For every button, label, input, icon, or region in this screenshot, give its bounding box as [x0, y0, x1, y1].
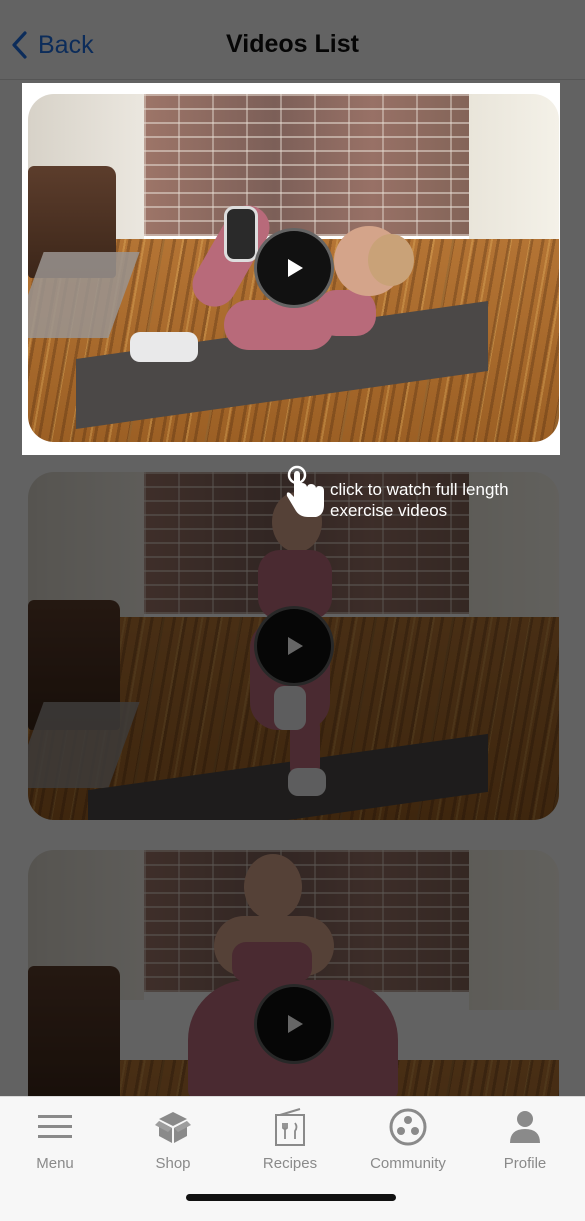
play-button[interactable] — [253, 606, 334, 686]
play-icon — [287, 259, 303, 277]
watch-hint: click to watch full length exercise vide… — [284, 465, 550, 521]
video-card-3[interactable] — [28, 850, 559, 1096]
home-indicator[interactable] — [186, 1194, 396, 1201]
video-card-2[interactable] — [28, 472, 559, 820]
nav-header: Back Videos List — [0, 0, 585, 80]
tab-menu[interactable]: Menu — [5, 1107, 105, 1173]
play-button[interactable] — [253, 984, 334, 1064]
tap-hand-icon — [286, 465, 324, 517]
tab-community[interactable]: Community — [358, 1107, 458, 1173]
video-card-1[interactable] — [28, 94, 559, 442]
person-icon — [510, 1111, 540, 1143]
tab-profile[interactable]: Profile — [475, 1107, 575, 1173]
hint-text: click to watch full length exercise vide… — [330, 480, 509, 520]
play-icon — [287, 637, 303, 655]
tab-label: Community — [370, 1155, 446, 1172]
community-circle-icon — [389, 1108, 427, 1146]
play-icon — [287, 1015, 303, 1033]
tab-shop[interactable]: Shop — [123, 1107, 223, 1173]
tab-label: Recipes — [262, 1155, 318, 1172]
page-title: Videos List — [226, 30, 359, 58]
tab-bar: Menu Shop Recipes Community Profile — [0, 1096, 585, 1221]
tab-label: Profile — [503, 1155, 547, 1172]
tab-recipes[interactable]: Recipes — [240, 1107, 340, 1173]
recipe-card-icon — [275, 1108, 305, 1146]
tab-label: Menu — [36, 1155, 74, 1172]
play-button[interactable] — [253, 228, 334, 308]
box-icon — [155, 1112, 191, 1143]
tab-label: Shop — [155, 1155, 191, 1172]
hamburger-menu-icon — [38, 1115, 72, 1138]
